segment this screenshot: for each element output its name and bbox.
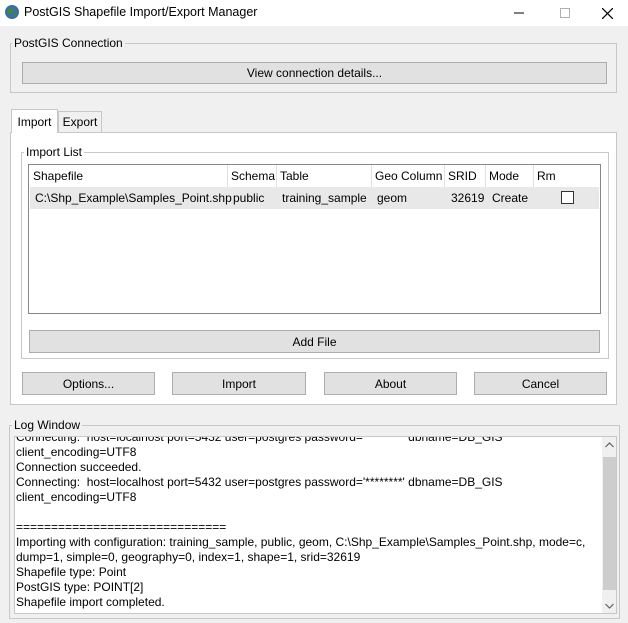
log-line: Importing with configuration: training_s…	[16, 535, 586, 549]
postgis-globe-icon	[4, 4, 20, 20]
list-header: Shapefile Schema Table Geo Column SRID M…	[30, 165, 599, 187]
log-line: Connection succeeded.	[16, 460, 142, 474]
table-row[interactable]: C:\Shp_Example\Samples_Point.shp public …	[30, 187, 599, 209]
log-group-label: Log Window	[12, 418, 83, 432]
tab-export[interactable]: Export	[58, 111, 102, 132]
column-header-table[interactable]: Table	[277, 165, 372, 187]
view-connection-details-button[interactable]: View connection details...	[22, 62, 607, 84]
tab-import[interactable]: Import	[11, 109, 58, 133]
column-header-geo-column[interactable]: Geo Column	[372, 165, 445, 187]
column-header-schema[interactable]: Schema	[228, 165, 277, 187]
log-line: dump=1, simple=0, geography=0, index=1, …	[16, 550, 361, 564]
log-scrollbar[interactable]	[602, 437, 616, 613]
cell-srid: 32619	[451, 191, 485, 205]
about-button[interactable]: About	[324, 372, 457, 395]
scrollbar-thumb[interactable]	[603, 457, 616, 590]
log-line: Connecting: host=localhost port=5432 use…	[16, 475, 503, 489]
import-button[interactable]: Import	[172, 372, 306, 395]
minimize-icon	[514, 12, 524, 14]
column-header-srid[interactable]: SRID	[445, 165, 486, 187]
window-title: PostGIS Shapefile Import/Export Manager	[24, 5, 258, 19]
column-header-rm[interactable]: Rm	[534, 165, 599, 187]
connection-group-label: PostGIS Connection	[12, 36, 125, 50]
log-line: client_encoding=UTF8	[16, 445, 137, 459]
cell-shapefile: C:\Shp_Example\Samples_Point.shp	[35, 191, 232, 205]
log-line: Shapefile type: Point	[16, 565, 127, 579]
title-bar: PostGIS Shapefile Import/Export Manager	[0, 0, 628, 26]
import-list-group-label: Import List	[24, 145, 85, 159]
column-header-shapefile[interactable]: Shapefile	[30, 165, 228, 187]
close-button[interactable]	[584, 0, 628, 26]
chevron-down-icon[interactable]	[602, 598, 616, 613]
maximize-icon	[560, 8, 570, 18]
log-line: PostGIS type: POINT[2]	[16, 580, 144, 594]
log-text: Connecting: host=localhost port=5432 use…	[0, 437, 601, 613]
close-icon	[601, 7, 613, 19]
chevron-up-icon[interactable]	[602, 437, 616, 453]
cell-mode: Create	[492, 191, 529, 205]
cell-geo-column: geom	[377, 191, 408, 205]
minimize-button[interactable]	[496, 0, 542, 26]
log-line: Shapefile import completed.	[16, 595, 165, 609]
add-file-button[interactable]: Add File	[29, 330, 600, 353]
column-header-mode[interactable]: Mode	[486, 165, 534, 187]
cell-schema: public	[233, 191, 265, 205]
cell-table: training_sample	[282, 191, 367, 205]
log-line: client_encoding=UTF8	[16, 490, 137, 504]
log-line: ==============================	[16, 520, 227, 534]
options-button[interactable]: Options...	[22, 372, 155, 395]
maximize-button[interactable]	[542, 0, 588, 26]
rm-checkbox[interactable]	[561, 191, 574, 204]
shapefile-list[interactable]: Shapefile Schema Table Geo Column SRID M…	[28, 164, 601, 314]
cancel-button[interactable]: Cancel	[474, 372, 607, 395]
log-line: Connecting: host=localhost port=5432 use…	[16, 437, 503, 444]
